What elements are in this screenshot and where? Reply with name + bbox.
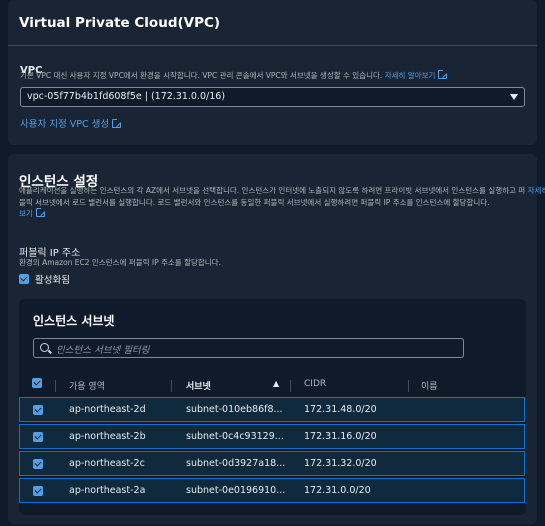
row-checkbox[interactable] — [33, 486, 43, 496]
external-link-icon — [112, 118, 123, 128]
checkbox-icon[interactable] — [19, 274, 29, 284]
row-cidr: 172.31.0.0/20 — [304, 485, 371, 496]
row-az: ap-northeast-2d — [69, 404, 146, 415]
external-link-icon — [35, 207, 46, 217]
row-checkbox[interactable] — [33, 405, 43, 415]
table-row[interactable]: ap-northeast-2d subnet-010eb86f8... 172.… — [19, 397, 525, 422]
vpc-description: 기본 VPC 대신 사용자 지정 VPC에서 환경을 시작합니다. VPC 관리… — [20, 69, 449, 82]
instance-learn-more-link-cont[interactable]: 보기 — [19, 207, 46, 220]
sort-ascending-icon[interactable]: ▲ — [273, 379, 279, 397]
create-custom-vpc-link[interactable]: 사용자 지정 VPC 생성 — [20, 116, 123, 130]
instance-description-line2: 블릭 서브넷에서 로드 밸런서를 실행합니다. 로드 밸런서와 인스턴스를 동일… — [19, 198, 490, 207]
instance-learn-more-link[interactable]: 자세히 알아 — [528, 186, 545, 195]
vpc-learn-more-link[interactable]: 자세히 알아보기 — [385, 69, 449, 80]
public-ip-toggle[interactable]: 활성화됨 — [19, 272, 70, 286]
subnet-filter-placeholder: 인스턴스 서브넷 필터링 — [56, 345, 150, 356]
row-checkbox[interactable] — [33, 459, 43, 469]
column-divider — [171, 380, 172, 392]
row-subnet: subnet-010eb86f8... — [186, 404, 283, 415]
instance-subnet-table: 인스턴스 서브넷 인스턴스 서브넷 필터링 가용 영역 서브넷 ▲ CIDR 이… — [19, 299, 526, 515]
vpc-section-title: Virtual Private Cloud(VPC) — [19, 15, 221, 31]
external-link-icon — [438, 69, 449, 79]
row-cidr: 172.31.48.0/20 — [304, 404, 377, 415]
row-checkbox[interactable] — [33, 432, 43, 442]
row-subnet: subnet-0d3927a18... — [186, 458, 286, 469]
row-cidr: 172.31.16.0/20 — [304, 431, 377, 442]
instance-description-line1: 애플리케이션을 실행하는 인스턴스의 각 AZ에서 서브넷을 선택합니다. 인스… — [19, 185, 545, 197]
column-divider — [408, 380, 409, 392]
column-header-az[interactable]: 가용 영역 — [69, 379, 105, 397]
table-row[interactable]: ap-northeast-2a subnet-0e0196910... 172.… — [19, 478, 525, 503]
subnet-filter-input[interactable]: 인스턴스 서브넷 필터링 — [33, 338, 464, 358]
column-header-cidr[interactable]: CIDR — [304, 379, 326, 397]
vpc-panel: Virtual Private Cloud(VPC) VPC 기본 VPC 대신… — [8, 0, 537, 145]
row-subnet: subnet-0c4c93129... — [186, 431, 284, 442]
column-header-name[interactable]: 이름 — [421, 379, 438, 397]
row-subnet: subnet-0e0196910... — [186, 485, 286, 496]
select-all-checkbox[interactable] — [32, 378, 42, 388]
row-az: ap-northeast-2c — [69, 458, 145, 469]
row-az: ap-northeast-2b — [69, 431, 146, 442]
instance-settings-panel: 인스턴스 설정 애플리케이션을 실행하는 인스턴스의 각 AZ에서 서브넷을 선… — [8, 154, 545, 524]
table-row[interactable]: ap-northeast-2c subnet-0d3927a18... 172.… — [19, 451, 525, 476]
activated-label: 활성화됨 — [35, 275, 70, 286]
vpc-select[interactable]: vpc-05f77b4b1fd608f5e | (172.31.0.0/16) — [20, 87, 525, 107]
column-header-subnet[interactable]: 서브넷 — [186, 379, 211, 397]
column-divider — [55, 380, 56, 392]
table-row[interactable]: ap-northeast-2b subnet-0c4c93129... 172.… — [19, 424, 525, 449]
vpc-panel-header: Virtual Private Cloud(VPC) — [8, 0, 537, 46]
public-ip-description: 환경의 Amazon EC2 인스턴스에 퍼블릭 IP 주소를 할당합니다. — [19, 258, 221, 267]
search-icon — [40, 343, 49, 352]
column-divider — [290, 380, 291, 392]
row-az: ap-northeast-2a — [69, 485, 146, 496]
vpc-select-value: vpc-05f77b4b1fd608f5e | (172.31.0.0/16) — [27, 91, 226, 102]
chevron-down-icon — [510, 94, 518, 100]
subnet-table-title: 인스턴스 서브넷 — [33, 314, 115, 328]
row-cidr: 172.31.32.0/20 — [304, 458, 377, 469]
